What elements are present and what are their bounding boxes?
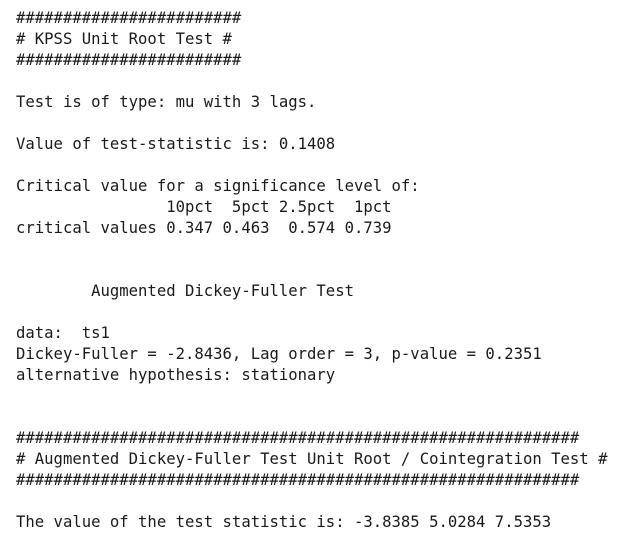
urdf-banner-top: ########################################… [16, 429, 580, 447]
kpss-critical-levels: 10pct 5pct 2.5pct 1pct [16, 198, 392, 216]
kpss-critical-values: critical values 0.347 0.463 0.574 0.739 [16, 219, 392, 237]
kpss-test-type: Test is of type: mu with 3 lags. [16, 93, 317, 111]
kpss-banner-top: ######################## [16, 9, 242, 27]
urdf-banner-bottom: ########################################… [16, 471, 580, 489]
kpss-test-statistic: Value of test-statistic is: 0.1408 [16, 135, 336, 153]
kpss-banner-title: # KPSS Unit Root Test # [16, 30, 232, 48]
console-output: ######################## # KPSS Unit Roo… [0, 0, 632, 532]
urdf-test-statistic: The value of the test statistic is: -3.8… [16, 513, 552, 531]
adf-result: Dickey-Fuller = -2.8436, Lag order = 3, … [16, 345, 542, 363]
kpss-banner-bottom: ######################## [16, 51, 242, 69]
adf-data: data: ts1 [16, 324, 110, 342]
adf-alternative: alternative hypothesis: stationary [16, 366, 336, 384]
adf-title: Augmented Dickey-Fuller Test [16, 282, 354, 300]
urdf-banner-title: # Augmented Dickey-Fuller Test Unit Root… [16, 450, 608, 468]
kpss-critical-heading: Critical value for a significance level … [16, 177, 420, 195]
